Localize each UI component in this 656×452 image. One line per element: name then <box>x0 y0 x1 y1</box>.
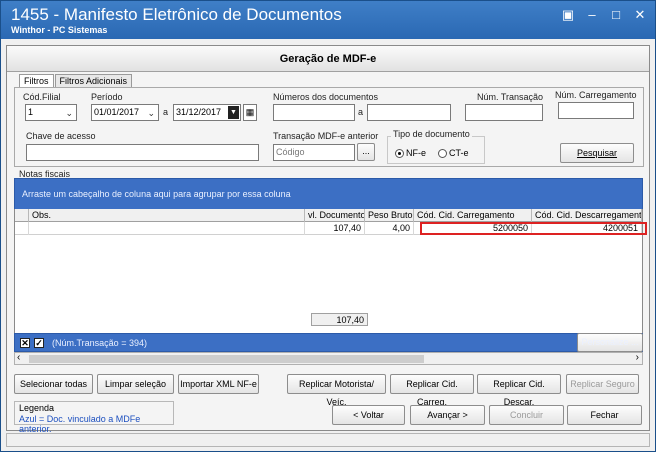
col-obs[interactable]: Obs. <box>29 209 305 222</box>
radio-nfe-label: NF-e <box>406 148 426 158</box>
scroll-thumb[interactable] <box>29 355 424 363</box>
window-subtitle: Winthor - PC Sistemas <box>11 25 108 35</box>
radio-cte-dot <box>438 148 447 158</box>
cell-peso-bruto[interactable]: 4,00 <box>365 222 414 235</box>
replicar-descar-button[interactable]: Replicar Cid. Descar. <box>477 374 561 407</box>
scroll-left-icon[interactable]: ‹ <box>17 352 20 363</box>
horizontal-scrollbar[interactable]: ‹ › <box>14 352 643 365</box>
chave-label: Chave de acesso <box>26 131 96 141</box>
filter-bar: ✕ ✓ (Núm.Transação = 394) Personalize ..… <box>14 333 643 352</box>
transacao-mdfe-input[interactable]: Código <box>273 144 355 161</box>
num-carregamento-input[interactable] <box>558 102 634 119</box>
selecionar-todas-button[interactable]: Selecionar todas <box>14 374 93 394</box>
periodo-label: Período <box>91 92 123 102</box>
tab-filtros[interactable]: Filtros <box>19 74 54 88</box>
periodo-start-value: 01/01/2017 <box>94 107 140 117</box>
app-window: 1455 - Manifesto Eletrônico de Documento… <box>0 0 656 452</box>
radio-nfe[interactable]: NF-e <box>395 148 426 158</box>
row-indicator <box>15 222 29 235</box>
calendar-icon[interactable]: ▦ <box>243 104 257 121</box>
num-transacao-label: Núm. Transação <box>477 92 544 102</box>
cod-filial-label: Cód.Filial <box>23 92 61 102</box>
radio-cte[interactable]: CT-e <box>438 148 469 158</box>
legend: Legenda Azul = Doc. vinculado a MDFe ant… <box>14 401 174 434</box>
personalize-button[interactable]: Personalize ... <box>577 333 643 352</box>
periodo-end-field[interactable]: 31/12/2017 ▼ <box>173 104 241 121</box>
limpar-selecao-button[interactable]: Limpar seleção <box>97 374 174 394</box>
avancar-button[interactable]: Avançar > <box>410 405 485 425</box>
pesquisar-label: Pesquisar <box>576 148 618 158</box>
transacao-lookup-button[interactable]: ... <box>357 143 375 161</box>
periodo-sep: a <box>163 107 169 117</box>
legend-title: Legenda <box>19 403 55 413</box>
cell-obs[interactable] <box>29 222 305 235</box>
col-cid-carregamento[interactable]: Cód. Cid. Carregamento <box>414 209 532 222</box>
cod-filial-value: 1 <box>28 107 34 117</box>
radio-nfe-dot <box>395 148 404 158</box>
group-hint: Arraste um cabeçalho de coluna aqui para… <box>22 189 291 199</box>
filter-text: (Núm.Transação = 394) <box>52 338 147 348</box>
col-peso-bruto[interactable]: Peso Bruto <box>365 209 414 222</box>
replicar-carreg-button[interactable]: Replicar Cid. Carreg. <box>390 374 474 407</box>
cell-vl-documento[interactable]: 107,40 <box>305 222 365 235</box>
window-title: 1455 - Manifesto Eletrônico de Documento… <box>11 5 342 24</box>
tab-filtros-adicionais[interactable]: Filtros Adicionais <box>54 74 133 88</box>
dropdown-arrow-icon[interactable]: ▼ <box>228 106 239 119</box>
replicar-seguro-button[interactable]: Replicar Seguro <box>566 374 639 394</box>
chave-acesso-input[interactable] <box>26 144 259 161</box>
minimize-icon[interactable]: – <box>585 7 599 23</box>
window-controls: ▣ – □ ✕ <box>561 7 647 23</box>
cell-cid-descarregamento[interactable]: 4200051 <box>532 222 642 235</box>
grid-header: Obs. vl. Documento Peso Bruto Cód. Cid. … <box>15 209 642 222</box>
num-doc-end-input[interactable] <box>367 104 451 121</box>
scroll-right-icon[interactable]: › <box>636 352 639 363</box>
table-row[interactable]: 107,40 4,00 5200050 4200051 <box>15 222 642 235</box>
cell-cid-carregamento[interactable]: 5200050 <box>414 222 532 235</box>
transacao-placeholder: Código <box>276 147 305 157</box>
legend-desc: Azul = Doc. vinculado a MDFe anterior. <box>19 414 141 434</box>
clear-filter-icon[interactable]: ✕ <box>20 338 30 348</box>
col-cid-descarregamento[interactable]: Cód. Cid. Descarregamento <box>532 209 642 222</box>
replicar-motorista-button[interactable]: Replicar Motorista/ Veíc. <box>287 374 386 407</box>
periodo-end-value: 31/12/2017 <box>176 107 222 117</box>
col-vl-documento[interactable]: vl. Documento <box>305 209 365 222</box>
numeros-sep: a <box>358 107 364 117</box>
row-indicator-header <box>15 209 29 222</box>
close-icon[interactable]: ✕ <box>633 7 647 23</box>
title-bar: 1455 - Manifesto Eletrônico de Documento… <box>1 1 655 39</box>
numeros-docs-label: Números dos documentos <box>273 92 379 102</box>
status-bar <box>6 433 650 447</box>
importar-xml-button[interactable]: Importar XML NF-e <box>178 374 259 394</box>
transacao-mdfe-label: Transação MDF-e anterior <box>273 131 379 141</box>
num-transacao-input[interactable] <box>465 104 543 121</box>
concluir-button[interactable]: Concluir <box>489 405 564 425</box>
maximize-icon[interactable]: □ <box>609 7 623 23</box>
filter-checkbox[interactable]: ✓ <box>34 338 44 348</box>
chevron-down-icon: ⌄ <box>65 108 73 118</box>
filter-panel: Cód.Filial 1 ⌄ Período 01/01/2017 ⌄ a 31… <box>14 87 644 167</box>
help-icon[interactable]: ▣ <box>561 7 575 23</box>
chevron-down-icon: ⌄ <box>147 108 155 118</box>
num-carregamento-label: Núm. Carregamento <box>555 90 637 100</box>
pesquisar-button[interactable]: Pesquisar <box>560 143 634 163</box>
radio-cte-label: CT-e <box>449 148 469 158</box>
cod-filial-select[interactable]: 1 ⌄ <box>25 104 77 121</box>
num-doc-start-input[interactable] <box>273 104 355 121</box>
page-title: Geração de MDF-e <box>7 46 649 72</box>
voltar-button[interactable]: < Voltar <box>332 405 405 425</box>
filter-tabs: Filtros Filtros Adicionais <box>19 74 133 88</box>
tipo-doc-label: Tipo de documento <box>391 129 472 139</box>
sum-vl-documento: 107,40 <box>311 313 368 326</box>
group-by-area[interactable]: Arraste um cabeçalho de coluna aqui para… <box>14 178 643 210</box>
fechar-button[interactable]: Fechar <box>567 405 642 425</box>
main-panel: Geração de MDF-e Filtros Filtros Adicion… <box>6 45 650 434</box>
periodo-start-field[interactable]: 01/01/2017 ⌄ <box>91 104 159 121</box>
